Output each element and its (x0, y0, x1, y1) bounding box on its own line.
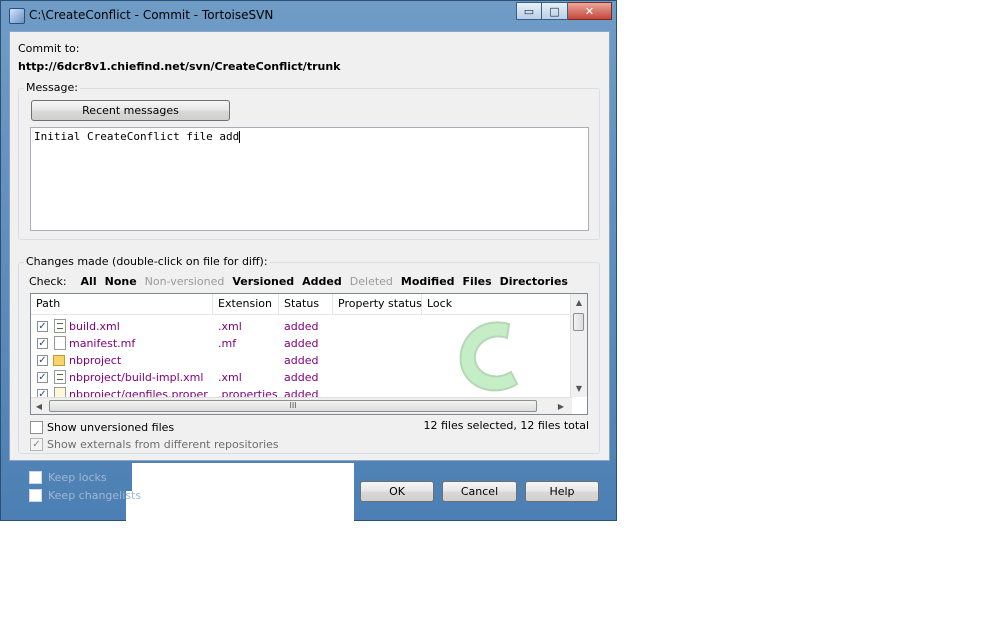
horizontal-scroll-thumb[interactable]: III (49, 400, 537, 412)
maximize-button[interactable]: □ (542, 2, 568, 20)
render-artifact (132, 463, 354, 521)
minimize-button[interactable]: ▭ (516, 2, 542, 20)
horizontal-scrollbar[interactable]: ◀ III ▶ (31, 397, 572, 414)
column-header-path[interactable]: Path (31, 294, 213, 314)
file-icon (54, 336, 66, 350)
column-header-status[interactable]: Status (279, 294, 333, 314)
row-checkbox[interactable]: ✓ (37, 321, 48, 332)
keep-locks-checkbox[interactable] (29, 471, 42, 484)
repository-url: http://6dcr8v1.chiefind.net/svn/CreateCo… (18, 60, 341, 73)
show-externals-label: Show externals from different repositori… (47, 438, 279, 451)
xml-file-icon (54, 370, 66, 384)
filter-modified[interactable]: Modified (401, 275, 455, 288)
row-extension: .xml (218, 371, 242, 384)
title-bar[interactable]: C:\CreateConflict - Commit - TortoiseSVN… (1, 1, 618, 29)
row-checkbox[interactable]: ✓ (37, 355, 48, 366)
filter-added[interactable]: Added (302, 275, 342, 288)
table-row[interactable]: ✓ build.xml .xml added (31, 318, 569, 335)
keep-locks-label: Keep locks (48, 471, 107, 484)
cancel-button[interactable]: Cancel (442, 481, 517, 502)
row-path: nbproject (69, 354, 122, 367)
text-caret (239, 131, 241, 143)
show-unversioned-label: Show unversioned files (47, 421, 175, 434)
window-controls: ▭ □ ✕ (516, 2, 612, 21)
show-externals-checkbox[interactable]: ✓ (30, 438, 43, 451)
list-header: Path Extension Status Property status Lo… (31, 294, 569, 315)
recent-messages-button[interactable]: Recent messages (31, 100, 230, 121)
row-extension: .xml (218, 320, 242, 333)
row-path: manifest.mf (69, 337, 136, 350)
message-text: Initial CreateConflict file add (34, 130, 240, 143)
row-status: added (284, 371, 319, 384)
table-row[interactable]: ✓ nbproject/build-impl.xml .xml added (31, 369, 569, 386)
table-row[interactable]: ✓ manifest.mf .mf added (31, 335, 569, 352)
filter-none[interactable]: None (105, 275, 137, 288)
ok-button[interactable]: OK (360, 481, 434, 502)
close-button[interactable]: ✕ (568, 2, 612, 20)
changes-caption: Changes made (double-click on file for d… (24, 255, 270, 268)
scroll-up-arrow-icon[interactable]: ▲ (571, 294, 587, 311)
column-header-lock[interactable]: Lock (422, 294, 569, 314)
filter-non-versioned: Non-versioned (144, 275, 225, 288)
table-row[interactable]: ✓ nbproject added (31, 352, 569, 369)
filter-deleted: Deleted (349, 275, 393, 288)
window-title: C:\CreateConflict - Commit - TortoiseSVN (29, 8, 274, 22)
help-button[interactable]: Help (525, 481, 599, 502)
filter-directories[interactable]: Directories (500, 275, 568, 288)
vertical-scroll-thumb[interactable] (573, 313, 584, 331)
check-label: Check: (29, 275, 67, 288)
filter-files[interactable]: Files (463, 275, 492, 288)
check-filter-bar: Check: All None Non-versioned Versioned … (29, 275, 568, 288)
tortoisesvn-app-icon (9, 8, 25, 24)
row-checkbox[interactable]: ✓ (37, 372, 48, 383)
keep-changelists-checkbox[interactable] (29, 489, 42, 502)
changes-file-list[interactable]: Path Extension Status Property status Lo… (30, 293, 588, 415)
scroll-down-arrow-icon[interactable]: ▼ (571, 380, 587, 397)
row-path: build.xml (69, 320, 120, 333)
row-status: added (284, 337, 319, 350)
xml-file-icon (54, 319, 66, 333)
scroll-left-arrow-icon[interactable]: ◀ (31, 398, 47, 414)
row-status: added (284, 320, 319, 333)
row-path: nbproject/build-impl.xml (69, 371, 204, 384)
filter-versioned[interactable]: Versioned (232, 275, 294, 288)
dialog-client-area: Commit to: http://6dcr8v1.chiefind.net/s… (9, 31, 610, 461)
selection-summary: 12 files selected, 12 files total (423, 419, 589, 432)
column-header-property-status[interactable]: Property status (333, 294, 422, 314)
row-checkbox[interactable]: ✓ (37, 338, 48, 349)
commit-dialog-window: C:\CreateConflict - Commit - TortoiseSVN… (0, 0, 617, 521)
scroll-right-arrow-icon[interactable]: ▶ (553, 398, 569, 414)
column-header-extension[interactable]: Extension (213, 294, 279, 314)
row-extension: .mf (218, 337, 237, 350)
commit-to-label: Commit to: (18, 42, 80, 55)
folder-icon (53, 355, 65, 366)
message-caption: Message: (24, 81, 80, 94)
filter-all[interactable]: All (81, 275, 97, 288)
vertical-scrollbar[interactable]: ▲ ▼ (570, 294, 587, 397)
message-textarea[interactable]: Initial CreateConflict file add (30, 127, 589, 231)
keep-changelists-label: Keep changelists (48, 489, 142, 502)
show-unversioned-checkbox[interactable] (30, 421, 43, 434)
row-status: added (284, 354, 319, 367)
